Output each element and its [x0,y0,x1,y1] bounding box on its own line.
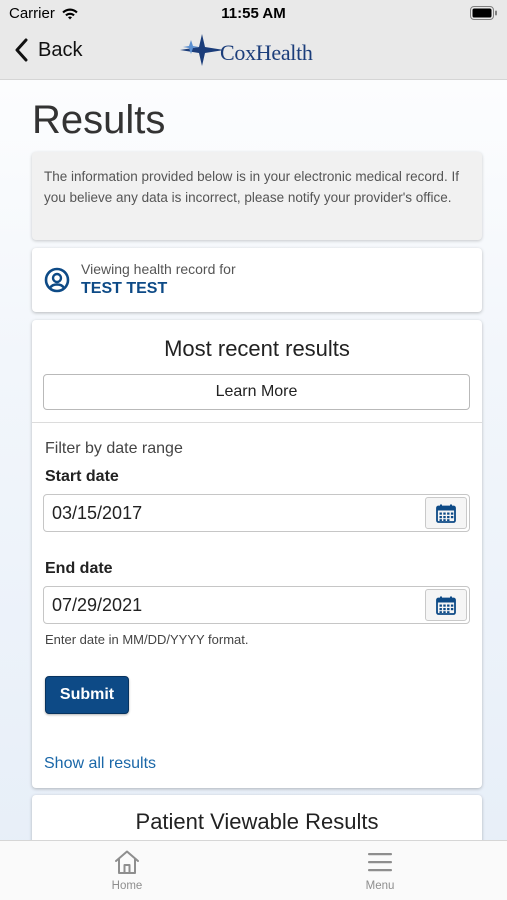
main-content[interactable]: Results The information provided below i… [0,80,507,840]
tab-menu[interactable]: Menu [335,849,425,892]
learn-more-button[interactable]: Learn More [43,374,470,410]
calendar-icon [436,504,456,523]
filter-label: Filter by date range [45,440,183,457]
date-format-hint: Enter date in MM/DD/YYYY format. [45,632,249,647]
status-time: 11:55 AM [221,5,286,22]
start-date-input[interactable] [44,495,424,531]
submit-button[interactable]: Submit [45,676,129,714]
divider [32,422,482,423]
medical-record-notice: The information provided below is in you… [32,152,482,240]
patient-viewable-results-card: Patient Viewable Results [32,795,482,840]
end-date-calendar-button[interactable] [425,589,467,621]
coxhealth-star-logo [180,34,224,66]
results-heading: Most recent results [164,336,350,361]
battery-icon [470,6,497,20]
back-label: Back [38,38,83,61]
menu-icon [368,853,392,872]
status-bar: Carrier 11:55 AM [0,0,507,28]
end-date-field[interactable] [43,586,470,624]
start-date-field[interactable] [43,494,470,532]
viewing-label: Viewing health record for [81,261,236,277]
home-icon [115,850,139,874]
end-date-label: End date [45,560,113,577]
account-circle-icon [44,267,70,293]
tab-menu-label: Menu [365,880,395,892]
viewing-record-card: Viewing health record for TEST TEST [32,248,482,312]
page-title: Results [32,98,166,142]
patient-name: TEST TEST [81,280,168,297]
end-date-input[interactable] [44,587,424,623]
coxhealth-logo: CoxHealth [178,32,313,68]
back-button[interactable]: Back [14,38,82,62]
tab-home[interactable]: Home [82,849,172,892]
logo-text: CoxHealth [220,40,313,65]
show-all-results-link[interactable]: Show all results [44,755,156,773]
navigation-bar: Back CoxHealth [0,28,507,80]
most-recent-results-card: Most recent results Learn More Filter by… [32,320,482,788]
start-date-label: Start date [45,468,119,485]
viewable-heading: Patient Viewable Results [135,809,379,834]
start-date-calendar-button[interactable] [425,497,467,529]
tab-bar: Home Menu [0,840,507,900]
chevron-left-icon [15,38,28,62]
tab-home-label: Home [111,880,143,892]
calendar-icon [436,596,456,615]
